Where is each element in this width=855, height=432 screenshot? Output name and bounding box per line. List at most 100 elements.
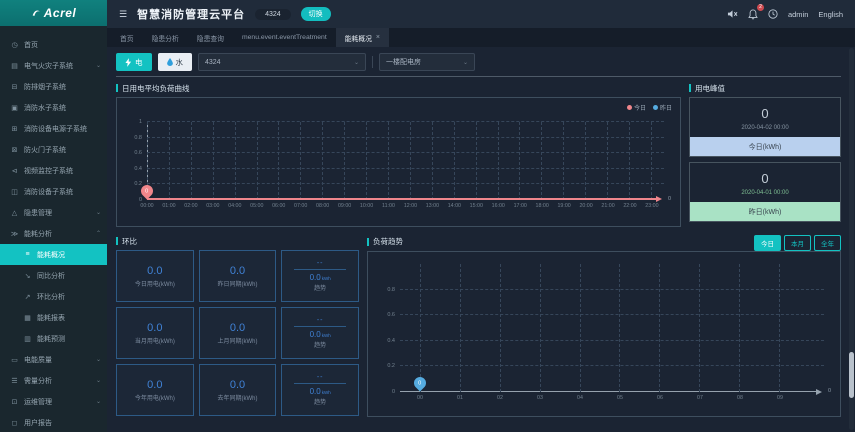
x-axis-tick: 12:00: [403, 203, 418, 209]
x-axis-tick: 17:00: [513, 203, 527, 209]
sidebar-menu: ◷ 首页 ▤ 电气火灾子系统 ⌄ ⊟ 防排烟子系统 ▣ 消防水子系统 ⊞ 消防设备电源子系统 ⊠ 防火门…: [0, 26, 107, 432]
load-trend-header: 负荷趋势 今日 本月 全年: [367, 235, 841, 251]
sidebar-item-operations-management[interactable]: ⊡ 运维管理 ⌄: [0, 391, 107, 412]
switch-button[interactable]: 切换: [300, 7, 331, 21]
h-gridline: [147, 136, 664, 138]
sidebar-item-label: 能耗预测: [37, 335, 65, 343]
room-select[interactable]: 一楼配电房 ⌄: [379, 53, 475, 71]
trend-data-pin[interactable]: 0: [411, 374, 429, 392]
load-trend-chart: 0 0.2 0.4 0.6 0.8 0 00 01 02 03 04 05 06 07 08 09 0: [367, 251, 841, 417]
top-row: 日用电平均负荷曲线 今日 昨日 0 0.2 0.4 0.6 0.8 1 0 0 …: [116, 82, 841, 227]
sidebar-item-video-monitoring[interactable]: ⊲ 视频监控子系统: [0, 160, 107, 181]
water-filter-button[interactable]: 水: [157, 53, 192, 71]
sidebar-item-label: 能耗报表: [37, 314, 65, 322]
stat-label: 上月同期(kWh): [217, 338, 258, 345]
trend-range-year[interactable]: 全年: [814, 235, 841, 251]
v-gridline: [497, 122, 499, 200]
chevron-down-icon: ⌄: [95, 210, 101, 216]
sidebar-item-user-report[interactable]: ◻ 用户报告: [0, 412, 107, 432]
section-title-text: 环比: [122, 236, 137, 246]
tab-hazard-query[interactable]: 隐患查询: [188, 28, 233, 47]
legend-yesterday[interactable]: 昨日: [652, 103, 672, 112]
sidebar-item-smoke-extraction[interactable]: ⊟ 防排烟子系统: [0, 76, 107, 97]
v-gridline: [453, 122, 455, 200]
today-peak-label: 今日(kWh): [690, 137, 840, 156]
chevron-down-icon: ⌄: [95, 357, 101, 363]
ring-comparison-title: 环比: [116, 235, 359, 247]
sidebar-item-hazard-management[interactable]: △ 隐患管理 ⌄: [0, 202, 107, 223]
sidebar-item-mom-analysis[interactable]: ↗ 环比分析: [0, 286, 107, 307]
v-gridline: [539, 264, 541, 392]
sidebar-item-electrical-fire[interactable]: ▤ 电气火灾子系统 ⌄: [0, 55, 107, 76]
x-axis-tick: 03:00: [206, 203, 220, 209]
history-clock-icon[interactable]: [768, 9, 778, 19]
filter-divider: [372, 56, 373, 68]
x-axis-tick: 00:00: [140, 203, 154, 209]
trend-value-number: 0.0: [309, 330, 321, 339]
tab-label: 隐患查询: [196, 35, 224, 43]
ring-stat-2-0: 0.0 今年用电(kWh): [116, 364, 194, 416]
v-gridline: [459, 264, 461, 392]
tab-home[interactable]: 首页: [111, 28, 143, 47]
sidebar-item-home[interactable]: ◷ 首页: [0, 34, 107, 55]
tab-label: 首页: [120, 35, 134, 43]
sidebar-item-yoy-analysis[interactable]: ↘ 同比分析: [0, 265, 107, 286]
trend-value: 0.0kWh: [310, 387, 331, 396]
x-axis-tick: 07: [697, 395, 703, 401]
trend-range-month[interactable]: 本月: [784, 235, 811, 251]
device-icon: ◫: [11, 188, 18, 196]
page-scrollbar[interactable]: [849, 48, 854, 430]
v-gridline: [322, 122, 324, 200]
h-gridline: [400, 339, 824, 341]
trend-range-today[interactable]: 今日: [754, 235, 781, 251]
tab-event-treatment[interactable]: menu.event.eventTreatment: [233, 28, 336, 47]
electric-filter-button[interactable]: 电: [116, 53, 152, 71]
x-axis-tick: 15:00: [469, 203, 483, 209]
speaker-mute-icon[interactable]: [727, 9, 738, 19]
sidebar-item-energy-forecast[interactable]: ▥ 能耗预测: [0, 328, 107, 349]
sidebar-item-fire-door[interactable]: ⊠ 防火门子系统: [0, 139, 107, 160]
sidebar-item-demand-analysis[interactable]: ☰ 需量分析 ⌄: [0, 370, 107, 391]
stat-label: 今日用电(kWh): [134, 281, 175, 288]
trend-placeholder: --: [316, 317, 324, 324]
tab-label: 能耗概况: [344, 35, 372, 43]
pin-value: 0: [145, 188, 149, 194]
tab-bar: 首页 隐患分析 隐患查询 menu.event.eventTreatment 能耗概况 ×: [107, 28, 855, 47]
scrollbar-thumb[interactable]: [849, 352, 854, 398]
sidebar-item-energy-report[interactable]: ▦ 能耗报表: [0, 307, 107, 328]
sidebar-item-power-quality[interactable]: ▭ 电能质量 ⌄: [0, 349, 107, 370]
tab-energy-overview[interactable]: 能耗概况 ×: [335, 28, 390, 47]
sidebar-item-label: 防排烟子系统: [24, 83, 66, 91]
h-gridline: [147, 152, 664, 154]
section-title-text: 日用电平均负荷曲线: [122, 83, 190, 93]
legend-today[interactable]: 今日: [626, 103, 646, 112]
h-gridline: [400, 365, 824, 367]
close-icon[interactable]: ×: [376, 34, 380, 41]
yesterday-peak-label: 昨日(kWh): [690, 202, 840, 221]
list-icon: ≡: [25, 251, 30, 258]
daily-load-curve-section: 日用电平均负荷曲线 今日 昨日 0 0.2 0.4 0.6 0.8 1 0 0 …: [116, 82, 681, 227]
sidebar-item-energy-analysis[interactable]: ≫ 能耗分析 ⌃: [0, 223, 107, 244]
username[interactable]: admin: [788, 10, 808, 19]
tab-hazard-analysis[interactable]: 隐患分析: [143, 28, 188, 47]
power-icon: ⊞: [11, 125, 18, 133]
water-drop-icon: [166, 58, 173, 66]
language-switch[interactable]: English: [818, 10, 843, 19]
x-axis-tick: 09: [777, 395, 783, 401]
trend-divider: [294, 269, 346, 270]
sidebar-item-fire-equipment-power[interactable]: ⊞ 消防设备电源子系统: [0, 118, 107, 139]
sidebar-item-energy-overview[interactable]: ≡ 能耗概况: [0, 244, 107, 265]
y-axis-tick: 0.8: [387, 286, 395, 293]
v-gridline: [168, 122, 170, 200]
trend-placeholder: --: [316, 374, 324, 381]
tab-label: 隐患分析: [151, 35, 179, 43]
menu-toggle-icon[interactable]: ☰: [119, 9, 127, 20]
sidebar-item-fire-equipment[interactable]: ◫ 消防设备子系统: [0, 181, 107, 202]
axis-end-value: 0: [827, 388, 831, 394]
sidebar-item-fire-water[interactable]: ▣ 消防水子系统: [0, 97, 107, 118]
v-gridline: [650, 122, 652, 200]
water-filter-label: 水: [175, 57, 184, 67]
station-select[interactable]: 4324 ⌄: [198, 53, 366, 71]
notification-bell-icon[interactable]: 2: [748, 3, 764, 20]
x-axis-tick: 04:00: [228, 203, 242, 209]
